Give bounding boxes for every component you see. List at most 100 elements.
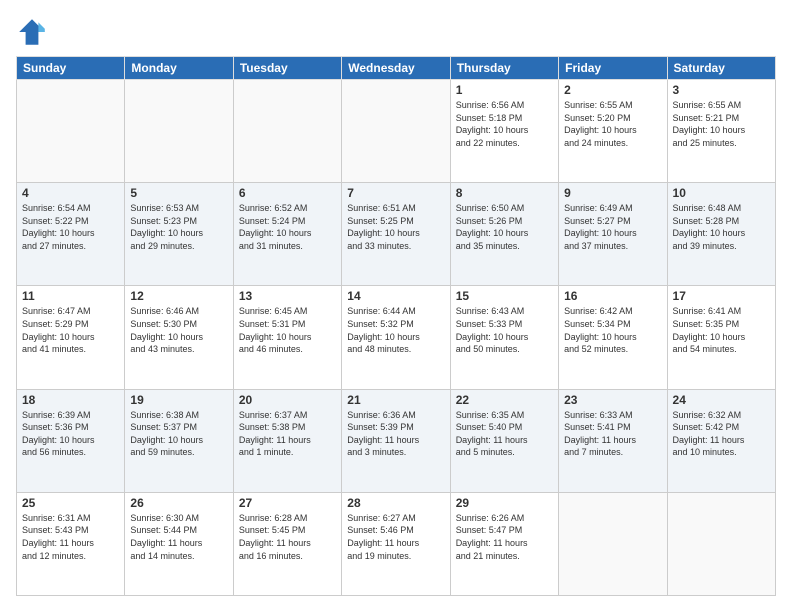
day-info: Sunrise: 6:35 AM Sunset: 5:40 PM Dayligh…	[456, 409, 553, 459]
calendar-cell: 8 Sunrise: 6:50 AM Sunset: 5:26 PM Daylig…	[450, 183, 558, 286]
day-number: 4	[22, 186, 119, 200]
weekday-header-saturday: Saturday	[667, 57, 775, 80]
calendar-body: 1Sunrise: 6:56 AM Sunset: 5:18 PM Daylig…	[17, 80, 776, 596]
day-number: 29	[456, 496, 553, 510]
day-number: 13	[239, 289, 336, 303]
calendar-cell: 11Sunrise: 6:47 AM Sunset: 5:29 PM Dayli…	[17, 286, 125, 389]
calendar-cell: 25 Sunrise: 6:31 AM Sunset: 5:43 PM Dayli…	[17, 492, 125, 595]
day-info: Sunrise: 6:50 AM Sunset: 5:26 PM Dayligh…	[456, 202, 553, 252]
day-number: 25	[22, 496, 119, 510]
calendar-cell: 17Sunrise: 6:41 AM Sunset: 5:35 PM Dayli…	[667, 286, 775, 389]
calendar-cell: 5 Sunrise: 6:53 AM Sunset: 5:23 PM Daylig…	[125, 183, 233, 286]
calendar-cell: 27 Sunrise: 6:28 AM Sunset: 5:45 PM Dayli…	[233, 492, 341, 595]
calendar-cell: 3 Sunrise: 6:55 AM Sunset: 5:21 PM Daylig…	[667, 80, 775, 183]
day-info: Sunrise: 6:33 AM Sunset: 5:41 PM Dayligh…	[564, 409, 661, 459]
day-info: Sunrise: 6:55 AM Sunset: 5:20 PM Dayligh…	[564, 99, 661, 149]
calendar-week-row: 25 Sunrise: 6:31 AM Sunset: 5:43 PM Dayli…	[17, 492, 776, 595]
calendar-cell: 12 Sunrise: 6:46 AM Sunset: 5:30 PM Dayli…	[125, 286, 233, 389]
day-info: Sunrise: 6:30 AM Sunset: 5:44 PM Dayligh…	[130, 512, 227, 562]
day-info: Sunrise: 6:32 AM Sunset: 5:42 PM Dayligh…	[673, 409, 770, 459]
weekday-header-sunday: Sunday	[17, 57, 125, 80]
weekday-header-tuesday: Tuesday	[233, 57, 341, 80]
calendar-cell	[342, 80, 450, 183]
weekday-header-wednesday: Wednesday	[342, 57, 450, 80]
day-info: Sunrise: 6:49 AM Sunset: 5:27 PM Dayligh…	[564, 202, 661, 252]
calendar-cell: 4 Sunrise: 6:54 AM Sunset: 5:22 PM Daylig…	[17, 183, 125, 286]
calendar-cell: 24 Sunrise: 6:32 AM Sunset: 5:42 PM Dayli…	[667, 389, 775, 492]
day-number: 8	[456, 186, 553, 200]
day-info: Sunrise: 6:51 AM Sunset: 5:25 PM Dayligh…	[347, 202, 444, 252]
day-info: Sunrise: 6:42 AM Sunset: 5:34 PM Dayligh…	[564, 305, 661, 355]
weekday-header-monday: Monday	[125, 57, 233, 80]
day-info: Sunrise: 6:56 AM Sunset: 5:18 PM Dayligh…	[456, 99, 553, 149]
day-info: Sunrise: 6:36 AM Sunset: 5:39 PM Dayligh…	[347, 409, 444, 459]
day-number: 23	[564, 393, 661, 407]
logo-icon	[16, 16, 48, 48]
calendar-cell: 19 Sunrise: 6:38 AM Sunset: 5:37 PM Dayli…	[125, 389, 233, 492]
calendar-cell: 23 Sunrise: 6:33 AM Sunset: 5:41 PM Dayli…	[559, 389, 667, 492]
calendar-cell: 29 Sunrise: 6:26 AM Sunset: 5:47 PM Dayli…	[450, 492, 558, 595]
calendar-cell: 2 Sunrise: 6:55 AM Sunset: 5:20 PM Daylig…	[559, 80, 667, 183]
day-info: Sunrise: 6:31 AM Sunset: 5:43 PM Dayligh…	[22, 512, 119, 562]
calendar-cell: 20Sunrise: 6:37 AM Sunset: 5:38 PM Dayli…	[233, 389, 341, 492]
day-number: 24	[673, 393, 770, 407]
calendar-cell: 16 Sunrise: 6:42 AM Sunset: 5:34 PM Dayli…	[559, 286, 667, 389]
day-info: Sunrise: 6:44 AM Sunset: 5:32 PM Dayligh…	[347, 305, 444, 355]
day-number: 6	[239, 186, 336, 200]
day-number: 3	[673, 83, 770, 97]
weekday-row: SundayMondayTuesdayWednesdayThursdayFrid…	[17, 57, 776, 80]
calendar-table: SundayMondayTuesdayWednesdayThursdayFrid…	[16, 56, 776, 596]
day-number: 18	[22, 393, 119, 407]
day-info: Sunrise: 6:41 AM Sunset: 5:35 PM Dayligh…	[673, 305, 770, 355]
calendar-cell: 7 Sunrise: 6:51 AM Sunset: 5:25 PM Daylig…	[342, 183, 450, 286]
day-number: 12	[130, 289, 227, 303]
day-info: Sunrise: 6:46 AM Sunset: 5:30 PM Dayligh…	[130, 305, 227, 355]
day-info: Sunrise: 6:54 AM Sunset: 5:22 PM Dayligh…	[22, 202, 119, 252]
day-info: Sunrise: 6:53 AM Sunset: 5:23 PM Dayligh…	[130, 202, 227, 252]
calendar-cell	[559, 492, 667, 595]
day-number: 20	[239, 393, 336, 407]
day-number: 26	[130, 496, 227, 510]
day-number: 10	[673, 186, 770, 200]
calendar-cell: 21 Sunrise: 6:36 AM Sunset: 5:39 PM Dayli…	[342, 389, 450, 492]
calendar-cell	[17, 80, 125, 183]
day-info: Sunrise: 6:38 AM Sunset: 5:37 PM Dayligh…	[130, 409, 227, 459]
day-number: 7	[347, 186, 444, 200]
day-info: Sunrise: 6:48 AM Sunset: 5:28 PM Dayligh…	[673, 202, 770, 252]
weekday-header-friday: Friday	[559, 57, 667, 80]
calendar-cell: 18 Sunrise: 6:39 AM Sunset: 5:36 PM Dayli…	[17, 389, 125, 492]
day-number: 27	[239, 496, 336, 510]
calendar-cell	[233, 80, 341, 183]
day-info: Sunrise: 6:27 AM Sunset: 5:46 PM Dayligh…	[347, 512, 444, 562]
day-number: 16	[564, 289, 661, 303]
day-number: 2	[564, 83, 661, 97]
page: SundayMondayTuesdayWednesdayThursdayFrid…	[0, 0, 792, 612]
day-number: 19	[130, 393, 227, 407]
day-info: Sunrise: 6:43 AM Sunset: 5:33 PM Dayligh…	[456, 305, 553, 355]
day-info: Sunrise: 6:26 AM Sunset: 5:47 PM Dayligh…	[456, 512, 553, 562]
day-number: 5	[130, 186, 227, 200]
calendar-cell: 9Sunrise: 6:49 AM Sunset: 5:27 PM Daylig…	[559, 183, 667, 286]
calendar-week-row: 4 Sunrise: 6:54 AM Sunset: 5:22 PM Daylig…	[17, 183, 776, 286]
day-info: Sunrise: 6:28 AM Sunset: 5:45 PM Dayligh…	[239, 512, 336, 562]
calendar-cell: 26 Sunrise: 6:30 AM Sunset: 5:44 PM Dayli…	[125, 492, 233, 595]
day-number: 28	[347, 496, 444, 510]
calendar-cell: 14 Sunrise: 6:44 AM Sunset: 5:32 PM Dayli…	[342, 286, 450, 389]
calendar-cell	[667, 492, 775, 595]
weekday-header-thursday: Thursday	[450, 57, 558, 80]
day-info: Sunrise: 6:39 AM Sunset: 5:36 PM Dayligh…	[22, 409, 119, 459]
logo	[16, 16, 52, 48]
day-info: Sunrise: 6:55 AM Sunset: 5:21 PM Dayligh…	[673, 99, 770, 149]
day-info: Sunrise: 6:52 AM Sunset: 5:24 PM Dayligh…	[239, 202, 336, 252]
day-number: 14	[347, 289, 444, 303]
calendar-week-row: 18 Sunrise: 6:39 AM Sunset: 5:36 PM Dayli…	[17, 389, 776, 492]
calendar-cell: 15 Sunrise: 6:43 AM Sunset: 5:33 PM Dayli…	[450, 286, 558, 389]
day-info: Sunrise: 6:47 AM Sunset: 5:29 PM Dayligh…	[22, 305, 119, 355]
calendar-week-row: 11Sunrise: 6:47 AM Sunset: 5:29 PM Dayli…	[17, 286, 776, 389]
calendar-cell: 22Sunrise: 6:35 AM Sunset: 5:40 PM Dayli…	[450, 389, 558, 492]
day-number: 15	[456, 289, 553, 303]
day-number: 21	[347, 393, 444, 407]
calendar-cell: 1Sunrise: 6:56 AM Sunset: 5:18 PM Daylig…	[450, 80, 558, 183]
calendar-cell: 10 Sunrise: 6:48 AM Sunset: 5:28 PM Dayli…	[667, 183, 775, 286]
calendar-header: SundayMondayTuesdayWednesdayThursdayFrid…	[17, 57, 776, 80]
